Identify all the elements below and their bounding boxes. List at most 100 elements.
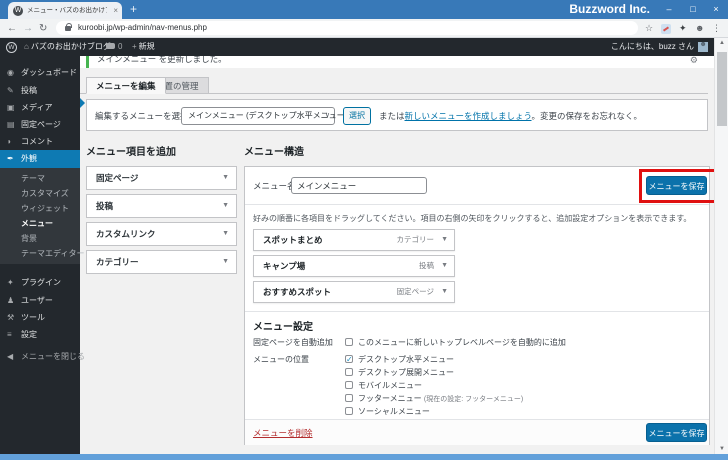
checkbox-mobile[interactable] xyxy=(345,381,353,389)
caret-down-icon: ▼ xyxy=(222,258,229,265)
menu-item-spot-matome[interactable]: スポットまとめ カテゴリー ▼ xyxy=(253,229,455,251)
caret-down-icon[interactable]: ▼ xyxy=(441,282,448,302)
address-bar[interactable]: kuroobi.jp/wp-admin/nav-menus.php xyxy=(56,21,638,35)
create-new-menu-link[interactable]: 新しいメニューを作成しましょう xyxy=(405,111,532,121)
sidebar-item-dashboard[interactable]: ◉ ダッシュボード xyxy=(0,64,80,81)
extension-icon[interactable] xyxy=(661,23,671,34)
menu-settings-heading: メニュー設定 xyxy=(253,322,313,333)
refresh-icon[interactable]: ↻ xyxy=(39,20,47,37)
scroll-down-icon[interactable]: ▼ xyxy=(715,446,728,452)
menu-item-osusume[interactable]: おすすめスポット 固定ページ ▼ xyxy=(253,281,455,303)
checkbox-desktop-horizontal[interactable] xyxy=(345,354,353,365)
sidebar-item-tools[interactable]: ⚒ ツール xyxy=(0,309,80,326)
scroll-up-icon[interactable]: ▲ xyxy=(715,40,728,46)
menu-item-type: 投稿 xyxy=(419,261,434,270)
checkbox-social[interactable] xyxy=(345,407,353,415)
browser-window: W メニュー・バズのお出かけブログ — W × + Buzzword Inc. … xyxy=(0,0,728,460)
caret-down-icon[interactable]: ▼ xyxy=(441,230,448,250)
posts-icon: ✎ xyxy=(7,86,14,95)
menu-structure-heading: メニュー構造 xyxy=(244,147,304,158)
delete-menu-link[interactable]: メニューを削除 xyxy=(253,420,313,446)
avatar[interactable] xyxy=(698,41,708,52)
submenu-themes[interactable]: テーマ xyxy=(0,172,80,186)
tab-close-icon[interactable]: × xyxy=(113,4,118,17)
auto-add-label: 固定ページを自動追加 xyxy=(253,338,333,347)
sidebar-item-pages[interactable]: ▤ 固定ページ xyxy=(0,116,80,133)
plus-icon: + xyxy=(132,42,137,51)
comment-icon: ◗ xyxy=(7,137,12,146)
accordion-categories[interactable]: カテゴリー ▼ xyxy=(86,250,237,274)
media-icon: ▣ xyxy=(7,103,15,112)
pages-icon: ▤ xyxy=(7,120,15,129)
users-icon: ♟ xyxy=(7,296,15,305)
browser-tab[interactable]: W メニュー・バズのお出かけブログ — W × xyxy=(8,2,122,19)
accordion-label: カテゴリー xyxy=(96,257,139,267)
menu-select-row: 編集するメニューを選択: メインメニュー (デスクトップ水平メニュー) ∨ 選択… xyxy=(86,99,708,131)
checkbox-footer[interactable] xyxy=(345,394,353,402)
tab-edit-menus[interactable]: メニューを編集 xyxy=(86,77,166,94)
wordpress-favicon-icon: W xyxy=(13,5,23,16)
submenu-menus[interactable]: メニュー xyxy=(0,217,80,231)
new-tab-button[interactable]: + xyxy=(130,1,137,18)
submenu-background[interactable]: 背景 xyxy=(0,232,80,246)
accordion-pages[interactable]: 固定ページ ▼ xyxy=(86,166,237,190)
menu-item-type: 固定ページ xyxy=(396,287,434,296)
menu-name-input[interactable] xyxy=(291,177,427,194)
browser-titlebar: W メニュー・バズのお出かけブログ — W × + Buzzword Inc. … xyxy=(0,0,728,19)
checkbox-auto-add[interactable] xyxy=(345,338,353,346)
profile-icon[interactable]: ☻ xyxy=(695,21,704,36)
accordion-custom-links[interactable]: カスタムリンク ▼ xyxy=(86,222,237,246)
submenu-customize[interactable]: カスタマイズ xyxy=(0,187,80,201)
comments-icon xyxy=(106,43,115,49)
sidebar-item-comments[interactable]: ◗ コメント xyxy=(0,133,80,150)
submenu-theme-editor[interactable]: テーマエディター xyxy=(0,247,84,261)
location-option-desktop-expanded: デスクトップ展開メニュー xyxy=(345,367,454,378)
location-option-social: ソーシャルメニュー xyxy=(345,406,430,417)
menu-select-dropdown[interactable]: メインメニュー (デスクトップ水平メニュー) ∨ xyxy=(181,107,347,125)
wp-admin-bar: W ⌂ バズのお出かけブログ 0 + 新規 こんにちは、buzz さん xyxy=(0,38,714,56)
admin-bar-new-button[interactable]: + 新規 xyxy=(132,38,155,56)
page-scrollbar[interactable]: ▲ ▼ xyxy=(714,38,728,454)
menu-item-type: カテゴリー xyxy=(396,235,435,244)
sidebar-item-settings[interactable]: ≡ 設定 xyxy=(0,326,80,343)
dashboard-icon: ◉ xyxy=(7,68,14,77)
sidebar-item-users[interactable]: ♟ ユーザー xyxy=(0,292,80,309)
url-text[interactable]: kuroobi.jp/wp-admin/nav-menus.php xyxy=(78,21,207,35)
sidebar-item-media[interactable]: ▣ メディア xyxy=(0,99,80,116)
chevron-down-icon: ∨ xyxy=(324,112,330,119)
select-button[interactable]: 選択 xyxy=(343,107,371,125)
menu-dots-icon[interactable]: ⋮ xyxy=(712,21,721,36)
save-menu-button-bottom[interactable]: メニューを保存 xyxy=(646,423,707,442)
browser-addressbar: ← → ↻ kuroobi.jp/wp-admin/nav-menus.php … xyxy=(0,19,728,38)
sidebar-collapse-menu[interactable]: ◀ メニューを閉じる xyxy=(0,348,85,365)
red-annotation-box xyxy=(639,169,717,203)
sidebar-item-appearance[interactable]: ✒ 外観 xyxy=(0,150,80,168)
add-menu-items-heading: メニュー項目を追加 xyxy=(86,147,176,158)
accordion-posts[interactable]: 投稿 ▼ xyxy=(86,194,237,218)
nav-tab-bar: メニューを編集 位置の管理 xyxy=(80,75,708,94)
caret-down-icon[interactable]: ▼ xyxy=(441,256,448,276)
sidebar-item-plugins[interactable]: ✦ プラグイン xyxy=(0,274,80,291)
sidebar-item-posts[interactable]: ✎ 投稿 xyxy=(0,82,80,99)
admin-bar-site-link[interactable]: ⌂ バズのお出かけブログ xyxy=(24,38,111,56)
back-icon[interactable]: ← xyxy=(7,20,17,37)
admin-bar-greeting[interactable]: こんにちは、buzz さん xyxy=(611,38,694,56)
scrollbar-thumb[interactable] xyxy=(717,52,727,126)
forward-icon[interactable]: → xyxy=(23,20,33,37)
wordpress-logo-icon[interactable]: W xyxy=(6,41,17,53)
menu-name-label: メニュー名 xyxy=(253,181,296,191)
window-title: Buzzword Inc. xyxy=(569,2,650,16)
extensions-puzzle-icon[interactable]: ✦ xyxy=(679,21,687,36)
collapse-icon: ◀ xyxy=(7,352,14,361)
window-maximize-button[interactable]: □ xyxy=(682,0,704,19)
window-close-button[interactable]: × xyxy=(705,0,727,19)
main-content: メインメニュー を更新しました。 ⚙ メニューを編集 位置の管理 編集するメニュ… xyxy=(80,50,717,454)
location-option-mobile: モバイルメニュー xyxy=(345,380,422,391)
bookmark-star-icon[interactable]: ☆ xyxy=(645,21,653,36)
menu-item-camp[interactable]: キャンプ場 投稿 ▼ xyxy=(253,255,455,277)
window-minimize-button[interactable]: – xyxy=(658,0,680,19)
admin-bar-comments[interactable]: 0 xyxy=(106,38,122,56)
menu-item-label: スポットまとめ xyxy=(263,235,323,245)
submenu-widgets[interactable]: ウィジェット xyxy=(0,202,80,216)
checkbox-desktop-expanded[interactable] xyxy=(345,368,353,376)
